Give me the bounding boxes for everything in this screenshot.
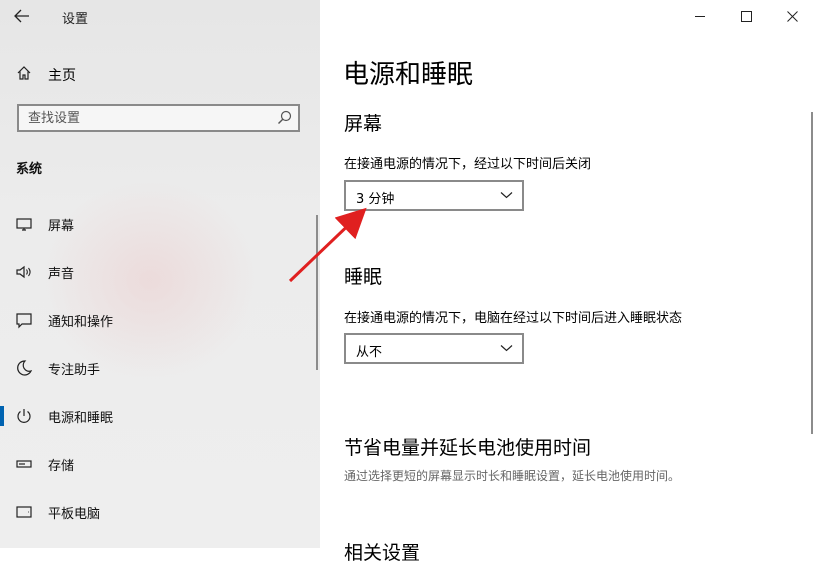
sleep-heading: 睡眠	[344, 266, 383, 288]
sidebar: 设置 主页 系统 屏幕 声音 通知和操作	[0, 0, 320, 548]
page-title: 电源和睡眠	[343, 60, 474, 90]
search-box[interactable]	[17, 104, 300, 132]
tablet-icon	[16, 506, 32, 518]
battery-description: 通过选择更短的屏幕显示时长和睡眠设置，延长电池使用时间。	[344, 469, 681, 483]
section-title: 系统	[16, 162, 43, 177]
sleep-description: 在接通电源的情况下，电脑在经过以下时间后进入睡眠状态	[344, 311, 683, 326]
sidebar-scrollbar[interactable]	[316, 215, 318, 370]
close-button[interactable]	[769, 0, 815, 32]
search-input[interactable]	[19, 106, 269, 130]
notification-icon	[16, 313, 32, 329]
sidebar-item-focus-assist[interactable]: 专注助手	[0, 350, 318, 386]
sidebar-item-label: 专注助手	[48, 363, 101, 378]
minimize-icon	[694, 15, 705, 17]
sidebar-item-label: 屏幕	[48, 219, 75, 234]
minimize-button[interactable]	[677, 0, 723, 32]
sidebar-item-label: 电源和睡眠	[48, 411, 114, 426]
speaker-icon	[16, 265, 31, 279]
sidebar-item-label: 声音	[48, 267, 75, 282]
sidebar-item-label: 平板电脑	[48, 507, 101, 522]
maximize-icon	[740, 10, 752, 22]
window-controls	[677, 0, 815, 32]
main-scrollbar[interactable]	[811, 112, 813, 434]
sidebar-item-sound[interactable]: 声音	[0, 254, 318, 290]
back-arrow-icon	[14, 9, 29, 23]
monitor-icon	[16, 218, 32, 231]
close-icon	[786, 10, 798, 22]
moon-icon	[17, 360, 33, 376]
search-icon[interactable]	[277, 110, 292, 125]
sidebar-item-power-sleep[interactable]: 电源和睡眠	[0, 398, 318, 434]
sidebar-item-notifications[interactable]: 通知和操作	[0, 302, 318, 338]
main-content: 电源和睡眠 屏幕 在接通电源的情况下，经过以下时间后关闭 3 分钟 睡眠 在接通…	[320, 0, 815, 564]
screen-timeout-value: 3 分钟	[356, 192, 395, 207]
maximize-button[interactable]	[723, 0, 769, 32]
power-icon	[17, 409, 31, 423]
sidebar-item-storage[interactable]: 存储	[0, 446, 318, 482]
sleep-timeout-value: 从不	[356, 345, 383, 360]
screen-description: 在接通电源的情况下，经过以下时间后关闭	[344, 157, 592, 172]
sidebar-item-label: 通知和操作	[48, 315, 114, 330]
titlebar-left: 设置	[0, 0, 320, 32]
sidebar-item-label: 存储	[48, 459, 75, 474]
sidebar-item-display[interactable]: 屏幕	[0, 206, 318, 242]
related-settings-heading: 相关设置	[344, 542, 421, 564]
chevron-down-icon	[500, 192, 513, 199]
screen-timeout-dropdown[interactable]: 3 分钟	[344, 180, 524, 211]
home-icon	[17, 66, 31, 80]
sidebar-item-tablet[interactable]: 平板电脑	[0, 494, 318, 530]
app-title: 设置	[62, 12, 89, 27]
battery-heading: 节省电量并延长电池使用时间	[344, 437, 592, 459]
storage-icon	[16, 460, 32, 468]
home-label: 主页	[48, 68, 76, 84]
chevron-down-icon	[500, 345, 513, 352]
sidebar-item-home[interactable]: 主页	[0, 58, 320, 88]
back-button[interactable]	[6, 2, 38, 30]
active-indicator	[0, 406, 4, 426]
sleep-timeout-dropdown[interactable]: 从不	[344, 333, 524, 364]
screen-heading: 屏幕	[344, 113, 383, 135]
